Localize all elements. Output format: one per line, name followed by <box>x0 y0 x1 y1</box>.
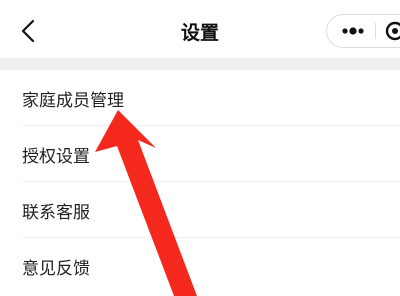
more-button[interactable] <box>335 15 371 47</box>
menu-item-label: 意见反馈 <box>22 259 90 279</box>
menu-item-label: 联系客服 <box>22 203 90 223</box>
menu-item-authorization[interactable]: 授权设置 <box>0 126 400 182</box>
menu-item-contact-service[interactable]: 联系客服 <box>0 182 400 238</box>
close-button[interactable] <box>381 15 400 47</box>
navigation-bar: 设置 <box>0 0 400 58</box>
settings-menu: 家庭成员管理 授权设置 联系客服 意见反馈 <box>0 70 400 294</box>
section-separator <box>0 58 400 70</box>
menu-item-label: 授权设置 <box>22 147 90 167</box>
mini-program-capsule <box>326 14 400 48</box>
menu-item-family-members[interactable]: 家庭成员管理 <box>0 70 400 126</box>
menu-item-label: 家庭成员管理 <box>22 91 124 111</box>
more-dots-icon <box>342 27 364 35</box>
menu-item-feedback[interactable]: 意见反馈 <box>0 238 400 294</box>
target-close-icon <box>385 21 400 41</box>
capsule-divider <box>375 23 376 39</box>
